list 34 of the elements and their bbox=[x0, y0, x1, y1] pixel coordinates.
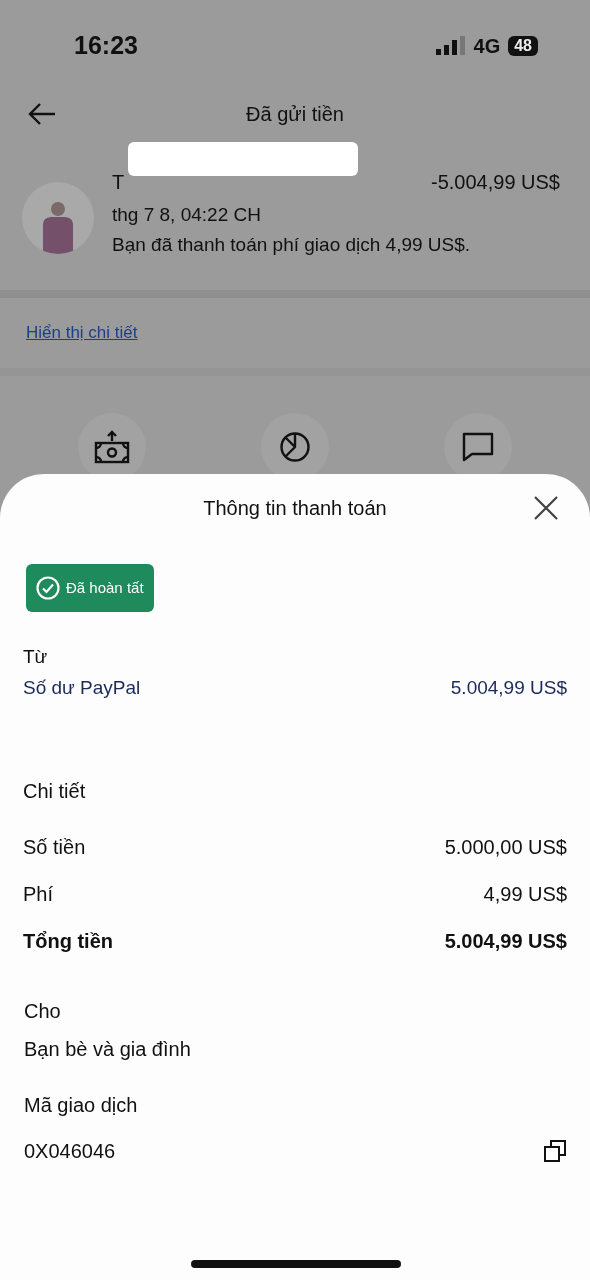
detail-label: Số tiền bbox=[23, 834, 86, 860]
transaction-date: thg 7 8, 04:22 CH bbox=[112, 203, 262, 227]
detail-label: Tổng tiền bbox=[23, 928, 113, 954]
detail-label: Phí bbox=[23, 881, 54, 907]
page-title: Đã gửi tiền bbox=[246, 102, 344, 127]
detail-value: 4,99 US$ bbox=[483, 881, 567, 907]
details-heading: Chi tiết bbox=[23, 779, 87, 804]
source-amount: 5.004,99 US$ bbox=[450, 676, 567, 700]
sheet-title: Thông tin thanh toán bbox=[203, 496, 387, 521]
signal-icon bbox=[435, 36, 466, 56]
back-arrow-icon[interactable] bbox=[28, 102, 56, 126]
pie-chart-icon bbox=[279, 431, 311, 463]
status-time: 16:23 bbox=[74, 30, 138, 62]
battery-level: 48 bbox=[508, 36, 538, 56]
to-label: Cho bbox=[24, 999, 62, 1024]
check-circle-icon bbox=[36, 576, 60, 600]
status-badge: Đã hoàn tất bbox=[26, 564, 154, 612]
fee-note: Bạn đã thanh toán phí giao dịch 4,99 US$. bbox=[112, 233, 472, 257]
source-name: Số dư PayPal bbox=[23, 676, 141, 700]
transaction-id-label: Mã giao dịch bbox=[24, 1093, 139, 1118]
transaction-amount: -5.004,99 US$ bbox=[431, 170, 560, 195]
copy-icon[interactable] bbox=[544, 1140, 566, 1162]
network-label: 4G bbox=[473, 34, 501, 59]
from-label: Từ bbox=[23, 645, 49, 669]
to-value: Bạn bè và gia đình bbox=[24, 1037, 192, 1062]
show-details-link[interactable]: Hiển thị chi tiết bbox=[26, 320, 138, 346]
detail-value: 5.004,99 US$ bbox=[444, 928, 567, 954]
detail-value: 5.000,00 US$ bbox=[444, 834, 567, 860]
transaction-id: 0X046046 bbox=[24, 1139, 116, 1164]
person-silhouette-icon bbox=[41, 200, 75, 254]
recipient-name: T bbox=[112, 170, 125, 195]
money-upload-icon bbox=[94, 430, 130, 464]
close-icon[interactable] bbox=[534, 496, 558, 520]
chat-bubble-icon bbox=[462, 432, 494, 462]
